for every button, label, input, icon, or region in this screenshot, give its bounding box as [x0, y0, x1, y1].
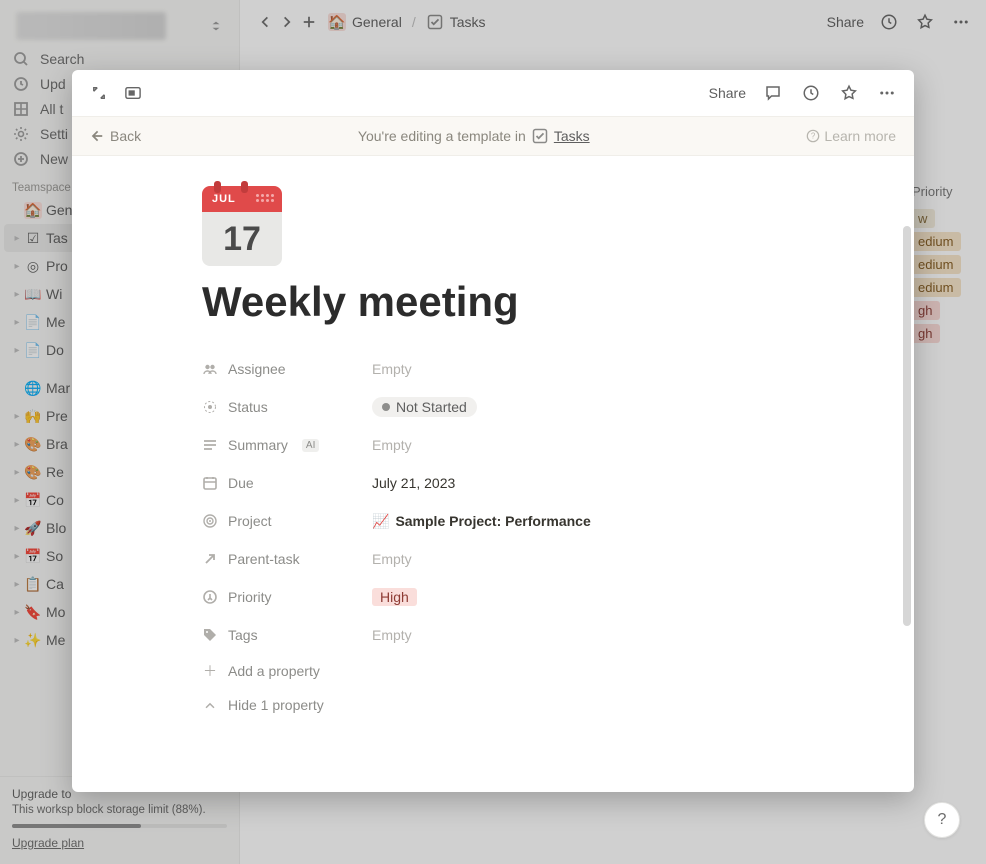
property-row-summary: Summary AI Empty [202, 426, 794, 464]
property-key-label: Due [228, 475, 254, 491]
people-icon [202, 361, 218, 377]
property-value[interactable]: Empty [372, 551, 412, 567]
property-row-project: Project 📈Sample Project: Performance [202, 502, 794, 540]
project-value[interactable]: 📈Sample Project: Performance [372, 513, 794, 530]
property-key[interactable]: Parent-task [202, 551, 372, 567]
template-editor-modal: Share Back You're editing a template in … [72, 70, 914, 792]
priority-value[interactable]: High [372, 588, 417, 606]
arrow-up-right-icon [202, 551, 218, 567]
lines-icon [202, 437, 218, 453]
property-key-label: Project [228, 513, 272, 529]
expand-button[interactable] [88, 82, 110, 104]
property-value[interactable]: Empty [372, 361, 412, 377]
property-value[interactable]: Empty [372, 437, 412, 453]
modal-share-button[interactable]: Share [709, 85, 746, 101]
property-row-tags: Tags Empty [202, 616, 794, 654]
clock-icon [802, 84, 820, 102]
scrollbar-thumb[interactable] [903, 226, 911, 626]
hide-property-label: Hide 1 property [228, 697, 324, 713]
banner-message: You're editing a template in [358, 128, 526, 144]
help-icon: ? [806, 129, 820, 143]
target-icon [202, 513, 218, 529]
property-key[interactable]: Assignee [202, 361, 372, 377]
peek-icon [125, 86, 141, 100]
property-key-label: Tags [228, 627, 258, 643]
learn-more-label: Learn more [824, 128, 896, 144]
tag-icon [202, 627, 218, 643]
property-value[interactable]: Empty [372, 627, 412, 643]
property-key[interactable]: Due [202, 475, 372, 491]
property-key-label: Status [228, 399, 268, 415]
calendar-month: JUL [212, 193, 236, 205]
property-key[interactable]: Status [202, 399, 372, 415]
status-icon [202, 399, 218, 415]
peek-mode-button[interactable] [122, 82, 144, 104]
comment-icon [764, 84, 782, 102]
help-button[interactable]: ? [924, 802, 960, 838]
modal-toolbar: Share [72, 70, 914, 116]
property-value[interactable]: July 21, 2023 [372, 475, 455, 491]
page-icon[interactable]: JUL 17 [202, 186, 282, 266]
page-title[interactable]: Weekly meeting [202, 278, 794, 326]
banner-back-button[interactable]: Back [90, 128, 141, 144]
property-key-label: Parent-task [228, 551, 300, 567]
property-key[interactable]: Tags [202, 627, 372, 643]
property-row-parent-task: Parent-task Empty [202, 540, 794, 578]
properties-list: Assignee Empty Status Not Started Summar… [202, 350, 794, 654]
property-row-assignee: Assignee Empty [202, 350, 794, 388]
hide-property-button[interactable]: Hide 1 property [202, 688, 794, 722]
svg-text:?: ? [811, 132, 816, 141]
banner-db-link[interactable]: Tasks [554, 128, 590, 144]
status-value[interactable]: Not Started [372, 397, 477, 417]
modal-favorite-button[interactable] [838, 82, 860, 104]
calendar-icon [202, 475, 218, 491]
learn-more-link[interactable]: ? Learn more [806, 128, 896, 144]
banner-back-label: Back [110, 128, 141, 144]
arrow-left-icon [90, 129, 104, 143]
checkbox-icon [532, 128, 548, 144]
plus-icon: ＋ [202, 661, 218, 681]
property-row-priority: Priority High [202, 578, 794, 616]
ai-badge: AI [302, 439, 319, 452]
property-key[interactable]: Summary AI [202, 437, 372, 453]
add-property-label: Add a property [228, 663, 320, 679]
property-key-label: Summary [228, 437, 288, 453]
calendar-day: 17 [223, 220, 261, 259]
star-icon [840, 84, 858, 102]
chart-icon: 📈 [372, 513, 389, 530]
comments-button[interactable] [762, 82, 784, 104]
modal-body: JUL 17 Weekly meeting Assignee Empty Sta… [72, 156, 914, 792]
template-banner: Back You're editing a template in Tasks … [72, 116, 914, 156]
property-row-status: Status Not Started [202, 388, 794, 426]
property-row-due: Due July 21, 2023 [202, 464, 794, 502]
expand-icon [92, 86, 106, 100]
add-property-button[interactable]: ＋ Add a property [202, 654, 794, 688]
modal-updates-button[interactable] [800, 82, 822, 104]
modal-more-button[interactable] [876, 82, 898, 104]
property-key-label: Priority [228, 589, 272, 605]
property-key-label: Assignee [228, 361, 286, 377]
chevron-up-icon [202, 699, 218, 711]
help-label: ? [938, 811, 947, 829]
dots-icon [878, 84, 896, 102]
shield-down-icon [202, 589, 218, 605]
property-key[interactable]: Priority [202, 589, 372, 605]
property-key[interactable]: Project [202, 513, 372, 529]
